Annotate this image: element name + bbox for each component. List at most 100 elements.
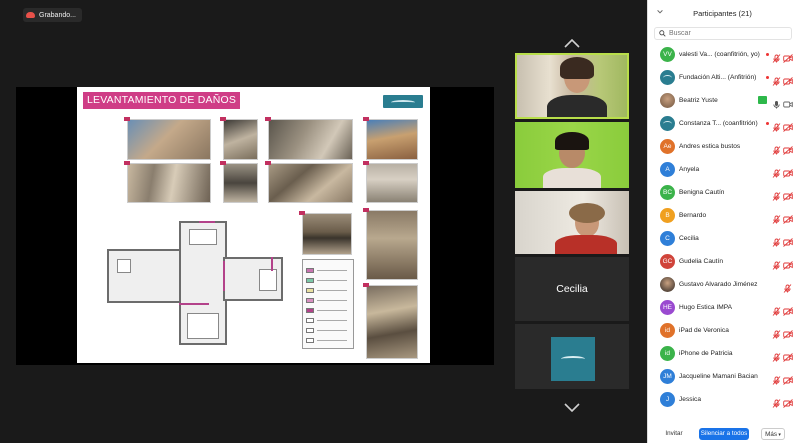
participant-name: Jacqueline Mamani Bacian [679, 373, 758, 380]
participant-name: iPad de Veronica [679, 327, 729, 334]
damage-mark [223, 261, 225, 291]
avatar: A [660, 162, 675, 177]
mute-all-button[interactable]: Silenciar a todos [699, 428, 749, 440]
video-tile-name-only[interactable]: Cecilia [515, 257, 629, 321]
camera-off-icon[interactable] [783, 303, 793, 316]
recording-dot-icon [766, 76, 769, 79]
video-tile[interactable] [515, 191, 629, 254]
slide-photo [124, 117, 211, 160]
invite-button[interactable]: Invitar [662, 428, 686, 440]
participant-row[interactable]: JM Jacqueline Mamani Bacian [648, 365, 796, 388]
participant-row[interactable]: Fundación Alti... (Anfitrión) [648, 66, 796, 89]
participant-body [555, 235, 617, 254]
mic-muted-icon[interactable] [772, 211, 781, 224]
search-box[interactable] [654, 27, 792, 40]
mic-muted-icon[interactable] [772, 234, 781, 247]
camera-icon[interactable] [783, 96, 793, 108]
slide-photo [124, 161, 211, 203]
mic-muted-icon[interactable] [772, 50, 781, 63]
search-icon [659, 30, 666, 37]
tile-participant-name: Cecilia [556, 283, 588, 295]
participant-name: Gustavo Alvarado Jiménez [679, 281, 758, 288]
participant-row[interactable]: BC Benigna Cautín [648, 181, 796, 204]
camera-off-icon[interactable] [783, 188, 793, 201]
scroll-up-button[interactable] [563, 37, 581, 49]
mic-muted-icon[interactable] [772, 73, 781, 86]
slide-photo [363, 161, 418, 203]
mic-muted-icon[interactable] [772, 142, 781, 155]
mic-muted-icon[interactable] [772, 303, 781, 316]
recording-badge[interactable]: Grabando... [23, 8, 82, 22]
slide-photo [363, 117, 418, 160]
participant-body [543, 168, 601, 188]
participant-list: VV valesti Va... (coanfitrión, yo) Fundaci… [648, 43, 796, 421]
participant-row[interactable]: A Anyela [648, 158, 796, 181]
participant-name: Fundación Alti... (Anfitrión) [679, 74, 757, 81]
avatar: JM [660, 369, 675, 384]
avatar: J [660, 392, 675, 407]
video-tile-logo[interactable] [515, 324, 629, 389]
avatar-initials: JM [663, 373, 672, 380]
participant-row[interactable]: id iPhone de Patricia [648, 342, 796, 365]
mic-muted-icon[interactable] [783, 280, 792, 293]
participant-hair [560, 57, 594, 79]
participant-row[interactable]: Gustavo Alvarado Jiménez [648, 273, 796, 296]
avatar-initials: id [664, 327, 671, 334]
mic-muted-icon[interactable] [772, 165, 781, 178]
participant-row[interactable]: C Cecilia [648, 227, 796, 250]
participant-row[interactable]: B Bernardo [648, 204, 796, 227]
participant-name: iPhone de Patricia [679, 350, 733, 357]
camera-off-icon[interactable] [783, 234, 793, 247]
participant-row[interactable]: VV valesti Va... (coanfitrión, yo) [648, 43, 796, 66]
participant-row[interactable]: GC Gudelia Cautín [648, 250, 796, 273]
slide-logo [383, 95, 423, 108]
mic-muted-icon[interactable] [772, 326, 781, 339]
plan-wall [189, 229, 217, 245]
avatar: BC [660, 185, 675, 200]
slide-photo [363, 208, 418, 280]
camera-off-icon[interactable] [783, 73, 793, 86]
participant-row[interactable]: id iPad de Veronica [648, 319, 796, 342]
participant-row[interactable]: Constanza T... (coanfitrión) [648, 112, 796, 135]
camera-off-icon[interactable] [783, 257, 793, 270]
avatar: C [660, 231, 675, 246]
video-tile[interactable] [515, 122, 629, 188]
participant-row[interactable]: Ae Andres estica bustos [648, 135, 796, 158]
mic-muted-icon[interactable] [772, 119, 781, 132]
mic-muted-icon[interactable] [772, 372, 781, 385]
participant-row[interactable]: J Jessica [648, 388, 796, 411]
participant-row[interactable]: HE Hugo Estica IMPA [648, 296, 796, 319]
camera-off-icon[interactable] [783, 372, 793, 385]
avatar: Ae [660, 139, 675, 154]
more-button[interactable]: Más ▾ [761, 428, 785, 440]
video-tile-active-speaker[interactable] [515, 53, 629, 119]
camera-off-icon[interactable] [783, 50, 793, 63]
slide-photo [220, 117, 258, 160]
participant-row[interactable]: Beatriz Yuste [648, 89, 796, 112]
avatar-initials: GC [662, 258, 673, 265]
slide-photo [299, 211, 352, 255]
mic-muted-icon[interactable] [772, 395, 781, 408]
avatar-initials: J [665, 396, 670, 403]
camera-off-icon[interactable] [783, 326, 793, 339]
avatar [660, 70, 675, 85]
mic-muted-icon[interactable] [772, 349, 781, 362]
mic-icon[interactable] [772, 96, 781, 109]
participant-body [547, 95, 607, 117]
mic-muted-icon[interactable] [772, 257, 781, 270]
more-label: Más [765, 431, 777, 438]
plan-wall [117, 259, 131, 273]
camera-off-icon[interactable] [783, 165, 793, 178]
camera-off-icon[interactable] [783, 211, 793, 224]
camera-off-icon[interactable] [783, 119, 793, 132]
camera-off-icon[interactable] [783, 395, 793, 408]
camera-off-icon[interactable] [783, 349, 793, 362]
damage-mark [271, 257, 273, 271]
mic-muted-icon[interactable] [772, 188, 781, 201]
plan-wall [259, 269, 277, 291]
camera-off-icon[interactable] [783, 142, 793, 155]
scroll-down-button[interactable] [563, 401, 581, 413]
participant-name: Constanza T... (coanfitrión) [679, 120, 758, 127]
search-input[interactable] [669, 30, 784, 37]
slide-photo [220, 161, 258, 203]
